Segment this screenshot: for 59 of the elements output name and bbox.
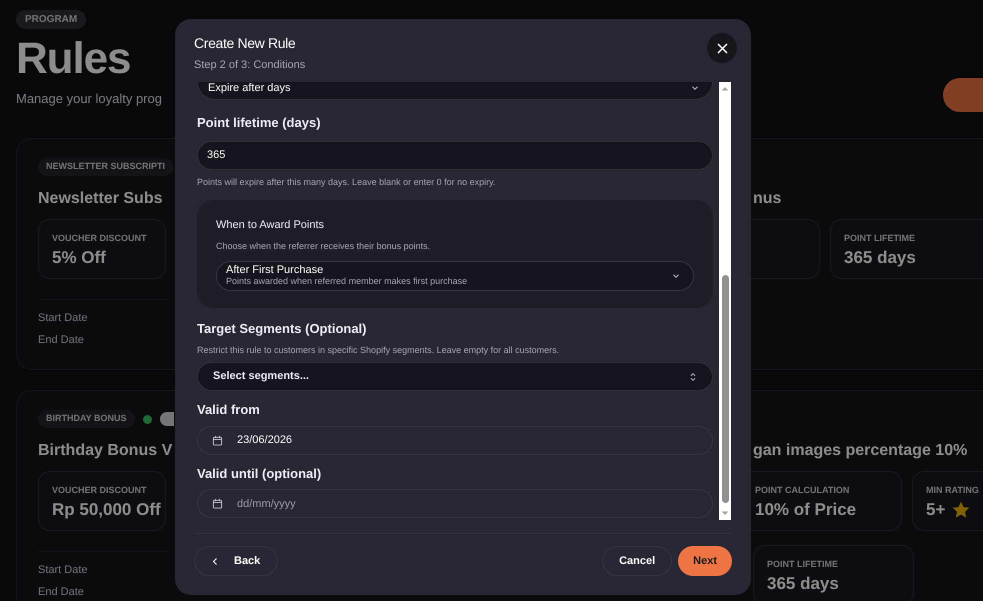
stat-value: 365 days xyxy=(844,247,916,269)
up-down-chevron-icon xyxy=(688,372,698,382)
chevron-left-icon xyxy=(212,556,218,566)
date-label: Start Date xyxy=(38,563,88,578)
stat-label: POINT LIFETIME xyxy=(767,558,838,570)
scrollbar[interactable] xyxy=(719,82,731,520)
help-text: Points will expire after this many days. Leave blank or enter 0 for no expiry. xyxy=(197,176,496,189)
date-label: End Date xyxy=(38,332,84,348)
stat-value: 5+ xyxy=(926,499,946,521)
cancel-button[interactable]: Cancel xyxy=(602,546,672,576)
panel-description: Choose when the referrer receives their bonus points. xyxy=(216,240,432,253)
help-text: Restrict this rule to customers in specific Shopify segments. Leave empty for all customers. xyxy=(197,344,560,357)
status-badge xyxy=(160,412,174,426)
scroll-up-icon[interactable] xyxy=(721,85,729,92)
stat-label: POINT CALCULATION xyxy=(755,484,850,496)
stat-value: 365 days xyxy=(767,573,839,595)
rule-title: gan images percentage 10% xyxy=(753,441,968,461)
close-icon xyxy=(716,42,728,54)
panel-title: When to Award Points xyxy=(216,218,326,233)
add-button[interactable] xyxy=(943,78,983,112)
rule-title: Birthday Bonus V xyxy=(38,441,172,461)
dialog-title: Create New Rule xyxy=(194,34,296,53)
page-title: Rules xyxy=(16,33,130,85)
back-button[interactable]: Back xyxy=(194,546,278,576)
stat-value: Rp 50,000 Off xyxy=(52,499,161,521)
select-description: Points awarded when referred member makes first purchase xyxy=(226,276,468,287)
stat-label: MIN RATING xyxy=(926,484,979,496)
next-button[interactable]: Next xyxy=(678,546,732,576)
valid-from-field[interactable]: 23/06/2026 xyxy=(197,426,713,454)
rule-tag: NEWSLETTER SUBSCRIPTI xyxy=(38,158,174,176)
star-icon xyxy=(951,500,972,520)
stat-label: VOUCHER DISCOUNT xyxy=(52,232,147,244)
field-label: Valid from xyxy=(197,401,261,419)
valid-until-field[interactable]: dd/mm/yyyy xyxy=(197,489,713,518)
close-button[interactable] xyxy=(707,33,737,63)
select-value: After First Purchase xyxy=(226,265,324,276)
scroll-down-icon[interactable] xyxy=(721,510,729,517)
stat-label: VOUCHER DISCOUNT xyxy=(52,484,147,496)
field-label: Target Segments (Optional) xyxy=(197,320,368,338)
calendar-icon xyxy=(212,498,223,509)
stat-value: 10% of Price xyxy=(755,499,856,521)
field-label: Valid until (optional) xyxy=(197,464,322,483)
rule-title: nus xyxy=(753,189,782,209)
award-select[interactable]: After First Purchase Points awarded when referred member makes first purchase xyxy=(216,261,694,291)
lifetime-input[interactable]: 365 xyxy=(197,140,713,170)
rule-tag: BIRTHDAY BONUS xyxy=(38,410,135,428)
scrollbar-thumb[interactable] xyxy=(722,275,729,503)
stat-value: 5% Off xyxy=(52,247,106,269)
rule-title: Newsletter Subs xyxy=(38,189,162,209)
dialog-subtitle: Step 2 of 3: Conditions xyxy=(194,58,306,73)
stat-label: POINT LIFETIME xyxy=(844,232,915,244)
eyebrow-badge: PROGRAM xyxy=(16,10,86,29)
field-label: Point lifetime (days) xyxy=(197,114,322,132)
calendar-icon xyxy=(212,434,223,446)
expiry-select[interactable]: Expire after days xyxy=(197,82,713,100)
page-subtitle: Manage your loyalty prog xyxy=(16,90,162,108)
segments-select[interactable]: Select segments... xyxy=(197,362,713,391)
date-label: End Date xyxy=(38,584,84,600)
date-label: Start Date xyxy=(38,311,88,326)
